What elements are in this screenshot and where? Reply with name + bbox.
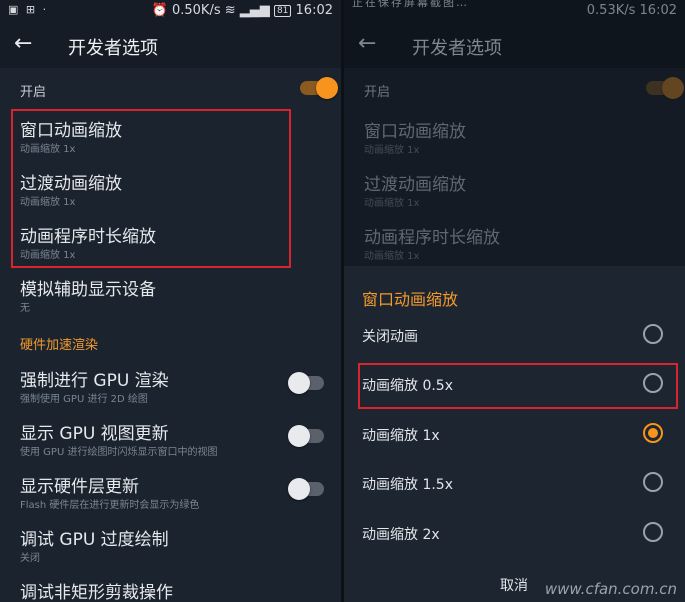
toggle-knob <box>662 77 684 99</box>
signal-icon: ▂▄▆ <box>239 3 270 18</box>
toggle-knob <box>288 372 310 394</box>
toggle-knob <box>288 478 310 500</box>
option-label: 动画缩放 1.5x <box>362 477 453 493</box>
developer-options-toggle[interactable] <box>300 77 338 99</box>
toggle-knob <box>316 77 338 99</box>
setting-subtitle: 强制使用 GPU 进行 2D 绘图 <box>20 394 148 405</box>
setting-subtitle: 动画缩放 1x <box>364 198 420 209</box>
setting-title: 显示 GPU 视图更新 <box>20 424 169 444</box>
setting-subtitle: 动画缩放 1x <box>364 145 420 156</box>
notification-icons: ▣ ⊞ · <box>8 3 49 16</box>
setting-title: 模拟辅助显示设备 <box>20 280 156 300</box>
developer-options-toggle <box>646 77 684 99</box>
radio-icon[interactable] <box>643 472 663 492</box>
setting-subtitle: Flash 硬件层在进行更新时会显示为绿色 <box>20 500 200 511</box>
section-header-hw: 硬件加速渲染 <box>20 338 99 353</box>
toggle-knob <box>288 425 310 447</box>
force-gpu-toggle[interactable] <box>288 372 324 394</box>
app-bar: ← 开发者选项 <box>0 22 341 68</box>
option-animation-off[interactable]: 关闭动画 <box>344 312 685 360</box>
animation-scale-dialog: 窗口动画缩放 关闭动画 动画缩放 0.5x 动画缩放 1x 动画缩放 1.5x … <box>344 266 685 602</box>
radio-selected-icon[interactable] <box>643 423 663 443</box>
setting-subtitle: 使用 GPU 进行绘图时闪烁显示窗口中的视图 <box>20 447 218 458</box>
setting-subtitle: 动画缩放 1x <box>364 251 420 262</box>
battery-icon: 81 <box>273 5 292 17</box>
hw-layer-updates-toggle[interactable] <box>288 478 324 500</box>
setting-title: 强制进行 GPU 渲染 <box>20 371 169 391</box>
page-title: 开发者选项 <box>68 38 158 59</box>
option-scale-2x[interactable]: 动画缩放 2x <box>344 510 685 558</box>
dialog-title: 窗口动画缩放 <box>362 290 459 309</box>
status-right: 0.53K/s 16:02 <box>587 3 677 18</box>
setting-subtitle: 关闭 <box>20 553 40 564</box>
radio-icon[interactable] <box>643 522 663 542</box>
status-bar: 正在保存屏幕截图… 0.53K/s 16:02 <box>344 0 685 22</box>
screenshot-saving-notice: 正在保存屏幕截图… <box>352 0 469 9</box>
back-arrow-icon[interactable]: ← <box>14 31 32 56</box>
alarm-icon: ⏰ <box>151 3 168 18</box>
setting-title: 动画程序时长缩放 <box>364 228 500 248</box>
back-arrow-icon: ← <box>358 31 377 56</box>
enable-label: 开启 <box>20 85 47 100</box>
net-speed: 0.50K/s <box>171 3 221 18</box>
status-bar: ▣ ⊞ · ⏰ 0.50K/s ≋ ▂▄▆ 81 16:02 <box>0 0 341 22</box>
option-label: 动画缩放 1x <box>362 428 440 444</box>
gpu-view-updates-toggle[interactable] <box>288 425 324 447</box>
radio-icon[interactable] <box>643 324 663 344</box>
enable-label: 开启 <box>364 85 391 100</box>
setting-title: 调试非矩形剪裁操作 <box>20 583 173 602</box>
wifi-icon: ≋ <box>224 3 236 18</box>
setting-title: 过渡动画缩放 <box>364 175 466 195</box>
setting-title: 调试 GPU 过度绘制 <box>20 530 169 550</box>
app-bar: ← 开发者选项 <box>344 22 685 68</box>
page-title: 开发者选项 <box>412 38 502 59</box>
watermark: www.cfan.com.cn <box>544 580 677 598</box>
clock: 16:02 <box>295 3 333 18</box>
highlight-box <box>358 363 678 409</box>
net-speed: 0.53K/s <box>586 3 636 18</box>
left-screen: ▣ ⊞ · ⏰ 0.50K/s ≋ ▂▄▆ 81 16:02 ← 开发者选项 开… <box>0 0 341 602</box>
status-right: ⏰ 0.50K/s ≋ ▂▄▆ 81 16:02 <box>152 3 333 18</box>
right-screen: 正在保存屏幕截图… 0.53K/s 16:02 ← 开发者选项 开启 窗口动画缩… <box>344 0 685 602</box>
option-label: 动画缩放 2x <box>362 527 440 543</box>
setting-subtitle: 无 <box>20 303 30 314</box>
setting-title: 窗口动画缩放 <box>364 122 466 142</box>
option-scale-1-5x[interactable]: 动画缩放 1.5x <box>344 460 685 508</box>
clock: 16:02 <box>639 3 677 18</box>
option-label: 关闭动画 <box>362 329 418 345</box>
option-scale-1x[interactable]: 动画缩放 1x <box>344 411 685 459</box>
setting-title: 显示硬件层更新 <box>20 477 139 497</box>
highlight-box <box>11 109 291 268</box>
cancel-button[interactable]: 取消 <box>500 575 528 595</box>
